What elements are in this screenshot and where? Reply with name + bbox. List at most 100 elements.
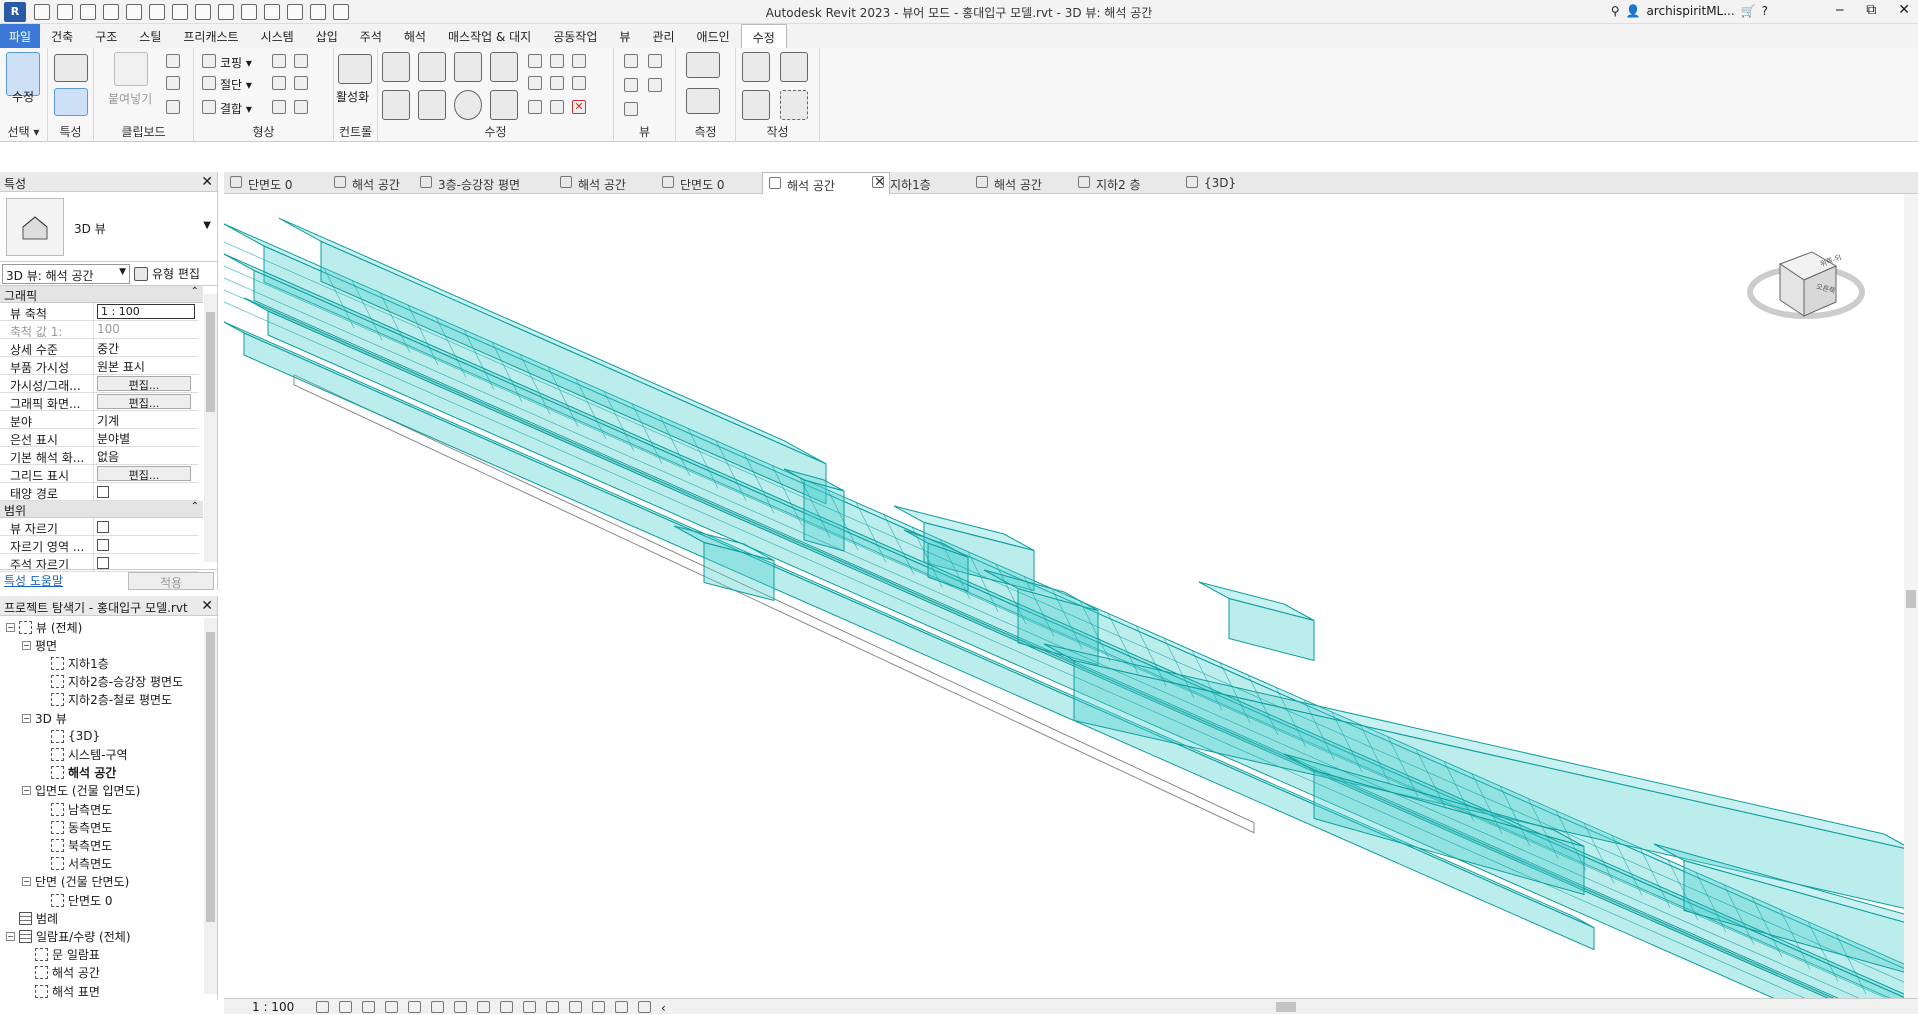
linework-icon[interactable] [648, 78, 662, 92]
geometry-tool-icon[interactable] [294, 76, 308, 90]
type-properties-icon[interactable] [54, 88, 88, 116]
browser-item[interactable]: 동측면도 [38, 818, 112, 836]
collapse-icon[interactable]: − [6, 622, 15, 632]
ribbon-tab[interactable]: 스틸 [128, 24, 172, 48]
edit-type-icon[interactable] [134, 266, 148, 281]
property-value[interactable] [94, 483, 198, 500]
view-tab[interactable]: 지하2 층 [1072, 172, 1182, 194]
delete-x-icon[interactable]: ✕ [572, 100, 586, 114]
ribbon-tab[interactable]: 시스템 [250, 24, 305, 48]
ribbon-tab[interactable]: 애드인 [686, 24, 741, 48]
property-value[interactable]: 1 : 100 [94, 303, 198, 320]
scroll-thumb[interactable] [1906, 590, 1916, 608]
scale-icon[interactable] [550, 76, 564, 90]
join-label[interactable]: 결합 ▾ [220, 100, 252, 117]
property-value[interactable]: 중간 [94, 339, 198, 356]
select-panel-label[interactable]: 선택 ▾ [0, 123, 47, 140]
worksharing-icon[interactable] [615, 1001, 628, 1013]
highlight-displacement-icon[interactable] [592, 1001, 605, 1013]
close-browser-icon[interactable]: ✕ [201, 598, 213, 614]
lightbulb-icon[interactable] [624, 54, 638, 68]
instance-selector[interactable]: 3D 뷰: 해석 공간 ▼ [2, 263, 130, 284]
array-icon[interactable] [528, 76, 542, 90]
cut-geometry-label[interactable]: 절단 ▾ [220, 76, 252, 93]
render-icon[interactable] [408, 1001, 421, 1013]
browser-item[interactable]: 지하2층-승강장 평면도 [38, 673, 183, 691]
browser-item[interactable]: 문 일람표 [22, 946, 100, 964]
ribbon-tab[interactable]: 프리캐스트 [172, 24, 249, 48]
unpin-icon[interactable] [550, 100, 564, 114]
collapse-icon[interactable]: ⌃ [191, 286, 199, 297]
ribbon-tab[interactable]: 관리 [641, 24, 685, 48]
property-value[interactable]: 편집... [94, 393, 198, 410]
cope-icon[interactable] [202, 54, 216, 68]
mirror-draw-axis-icon[interactable] [490, 52, 518, 82]
geometry-tool-icon[interactable] [272, 54, 286, 68]
align-icon[interactable] [382, 52, 410, 82]
hide-icon[interactable] [624, 102, 638, 116]
browser-item[interactable]: 해석 공간 [22, 964, 100, 982]
split-gap-icon[interactable] [550, 54, 564, 68]
ribbon-tab[interactable]: 건축 [40, 24, 84, 48]
browser-scrollbar[interactable] [204, 618, 217, 994]
lock-view-icon[interactable] [477, 1001, 490, 1013]
type-selector[interactable]: 3D 뷰 ▼ [0, 192, 217, 262]
paint-icon[interactable] [294, 100, 308, 114]
edit-type-button[interactable]: 유형 편집 [152, 265, 200, 282]
delete-icon[interactable] [572, 54, 586, 68]
minimize-button[interactable]: ‒ [1835, 2, 1844, 18]
copy-element-icon[interactable] [418, 90, 446, 120]
view-scale[interactable]: 1 : 100 [252, 1000, 294, 1014]
ribbon-tab[interactable]: 매스작업 & 대지 [437, 24, 542, 48]
browser-item[interactable]: 남측면도 [38, 800, 112, 818]
property-value[interactable]: 편집... [94, 465, 198, 482]
visual-style-icon[interactable] [339, 1001, 352, 1013]
copy-icon[interactable] [166, 76, 180, 90]
browser-item[interactable]: 서측면도 [38, 855, 112, 873]
property-checkbox[interactable] [97, 539, 109, 551]
browser-item[interactable]: − 일람표/수량 (전체) [6, 927, 131, 945]
temp-view-props-icon[interactable] [546, 1001, 559, 1013]
brush-icon[interactable] [624, 78, 638, 92]
properties-scrollbar[interactable] [204, 294, 217, 562]
apply-button[interactable]: 적용 [128, 571, 214, 590]
browser-item[interactable]: 해석 표면 [22, 982, 100, 1000]
pin-icon[interactable] [572, 76, 586, 90]
offset-icon[interactable] [418, 52, 446, 82]
property-value[interactable]: 기계 [94, 411, 198, 428]
create-similar-icon[interactable] [780, 52, 808, 82]
create-assembly-icon[interactable] [742, 52, 770, 82]
help-icon[interactable]: ? [1762, 4, 1768, 18]
property-value[interactable]: 없음 [94, 447, 198, 464]
reveal-hidden-icon[interactable] [523, 1001, 536, 1013]
browser-item[interactable]: − 단면 (건물 단면도) [22, 873, 129, 891]
ribbon-tab[interactable]: 주석 [349, 24, 393, 48]
browser-item[interactable]: −3D 뷰 [22, 709, 67, 727]
geometry-tool-icon[interactable] [272, 100, 286, 114]
property-value[interactable] [94, 536, 198, 553]
property-checkbox[interactable] [97, 521, 109, 533]
rotate-icon[interactable] [454, 90, 482, 120]
property-checkbox[interactable] [97, 557, 109, 569]
view-tab[interactable]: 해석 공간 [554, 172, 664, 194]
view-tab[interactable]: 3층-승강장 평면도 [414, 172, 524, 209]
horizontal-scroll-thumb[interactable] [1276, 1002, 1296, 1012]
sun-path-icon[interactable] [362, 1001, 375, 1013]
show-crop-icon[interactable] [454, 1001, 467, 1013]
join-icon[interactable] [202, 100, 216, 114]
ribbon-tab[interactable]: 파일 [0, 24, 41, 48]
properties-section[interactable]: 그래픽 ⌃ [0, 286, 203, 303]
properties-icon[interactable] [54, 54, 88, 82]
restore-button[interactable]: ⧉ [1866, 2, 1876, 18]
close-properties-icon[interactable]: ✕ [201, 174, 213, 190]
ribbon-tab[interactable]: 삽입 [305, 24, 349, 48]
browser-item[interactable]: 범례 [6, 909, 58, 927]
collapse-icon[interactable]: − [22, 877, 31, 887]
binoculars-icon[interactable]: ⚲ [1611, 4, 1620, 18]
view-tab[interactable]: 해석 공간 [970, 172, 1080, 194]
override-icon[interactable] [648, 54, 662, 68]
properties-section[interactable]: 범위 ⌃ [0, 501, 203, 518]
browser-item[interactable]: 북측면도 [38, 836, 112, 854]
mirror-pick-axis-icon[interactable] [454, 52, 482, 82]
scroll-thumb[interactable] [206, 312, 215, 412]
